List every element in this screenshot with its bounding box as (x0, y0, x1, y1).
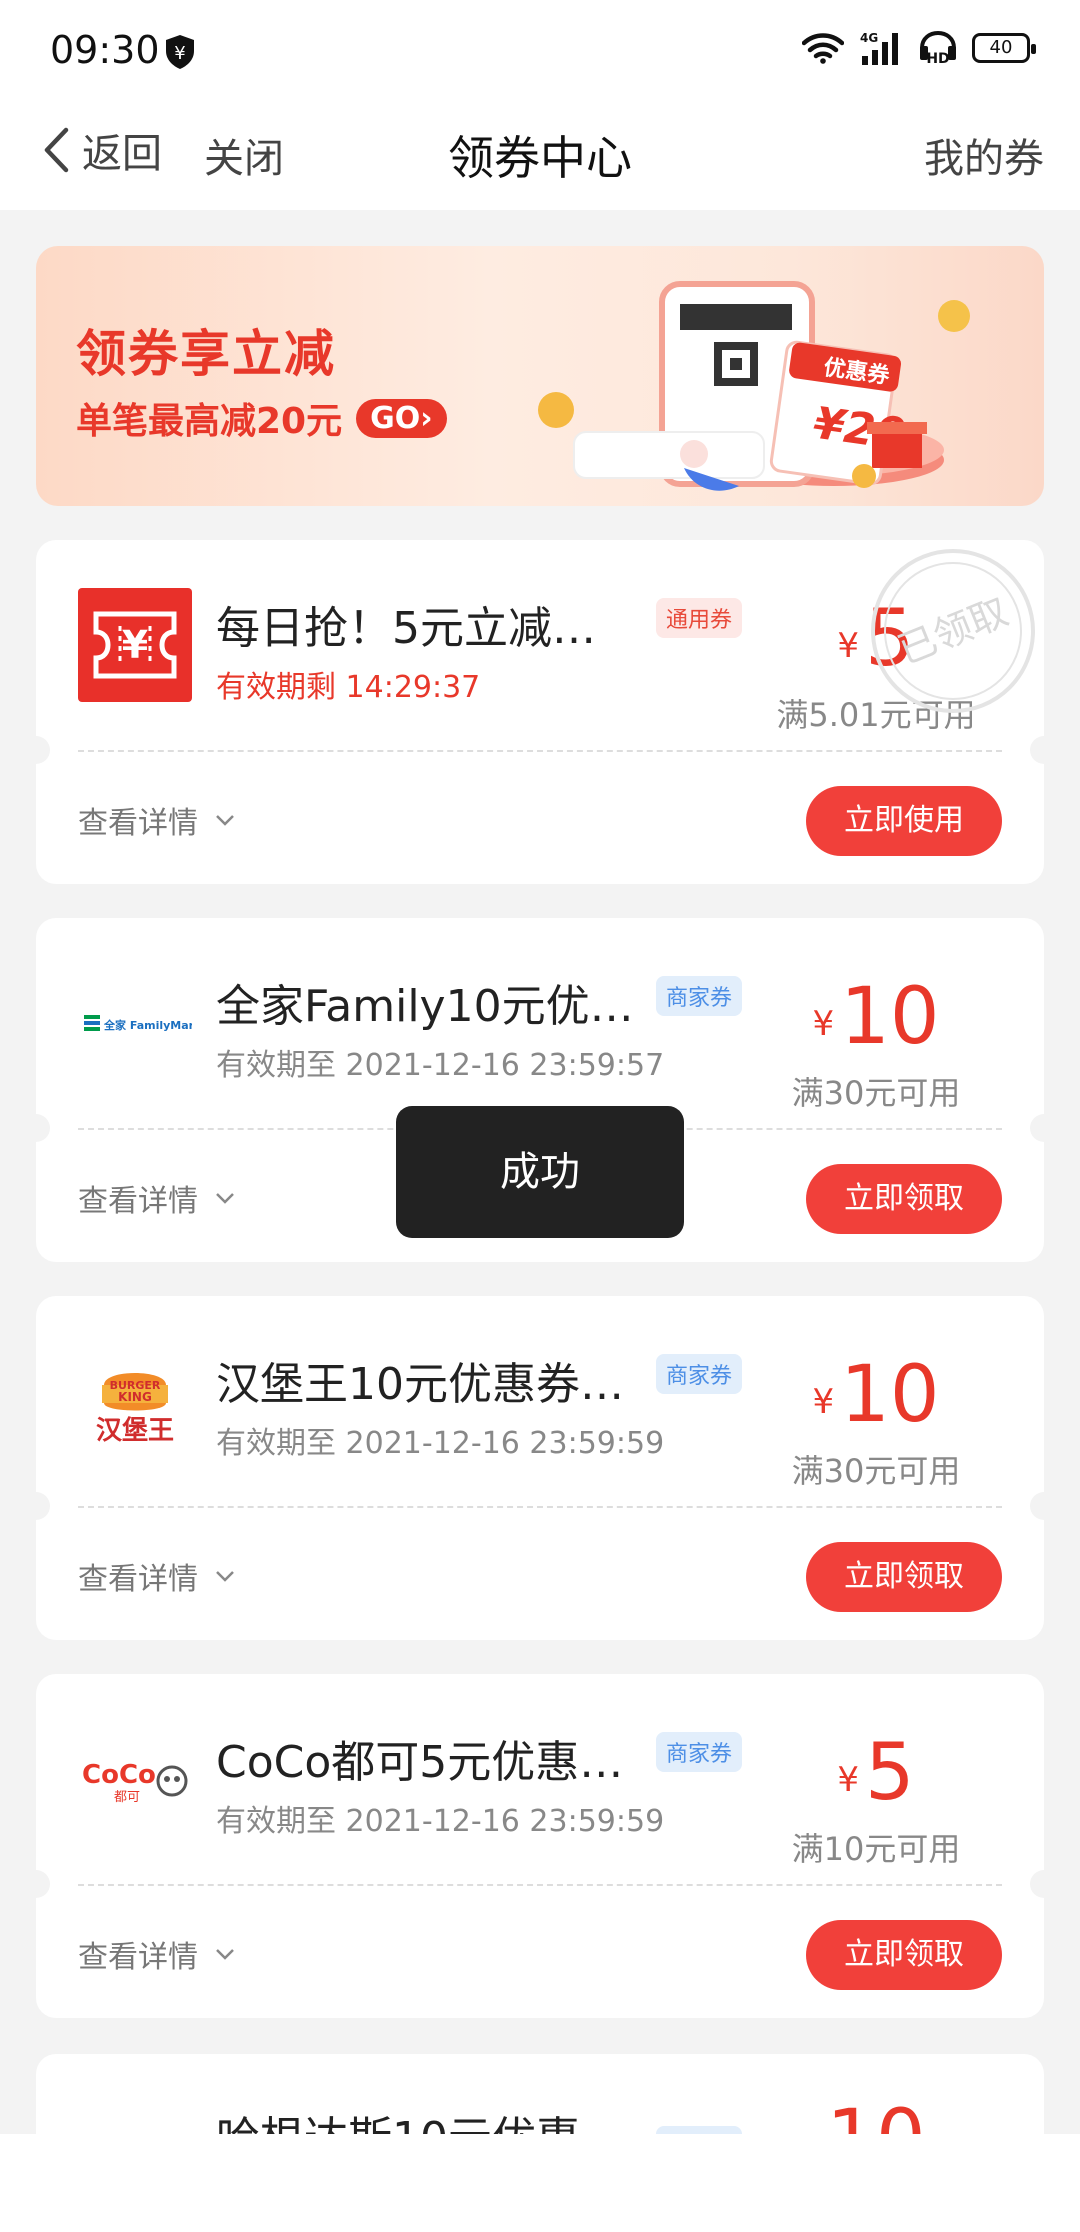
coupon-card: CoCo 都可 CoCo都可5元优惠… 商家券 有效期至 2021-12-16 … (36, 1674, 1044, 2018)
banner-subtitle-text: 单笔最高减20元 (76, 401, 343, 442)
card-divider (78, 1884, 1002, 1886)
card-notch-left (36, 736, 50, 764)
coupon-threshold: 满10元可用 (791, 1830, 961, 1868)
promo-banner[interactable]: 领券享立减 单笔最高减20元 GO› 优惠券 ¥20 (36, 246, 1044, 506)
card-notch-left (36, 1492, 50, 1520)
card-divider (78, 1506, 1002, 1508)
status-bar: 09:30 ¥ 4G HD 40 (0, 0, 1080, 100)
battery-icon: 40 (972, 33, 1036, 63)
card-divider (78, 750, 1002, 752)
nav-bar: 返回 关闭 领券中心 我的券 (0, 100, 1080, 210)
coupon-amount: ¥10 (756, 972, 996, 1062)
card-notch-right (1030, 1492, 1044, 1520)
coupon-tag: 商家券 (656, 976, 743, 1016)
my-coupons-button[interactable]: 我的券 (924, 126, 1044, 184)
coupon-expiry: 有效期至 2021-12-16 23:59:59 (216, 1804, 665, 1839)
view-details-button[interactable]: 查看详情 (78, 1554, 236, 1598)
currency-symbol: ¥ (812, 1382, 835, 1422)
shield-yen-icon: ¥ (166, 35, 194, 69)
banner-title: 领券享立减 (76, 325, 336, 383)
coupon-amount-value: 5 (865, 1728, 915, 1818)
coupon-threshold: 满30元可用 (791, 1452, 961, 1490)
claim-now-button[interactable]: 立即领取 (806, 1920, 1002, 1990)
coupon-tag: 商家券 (656, 1354, 743, 1394)
view-details-button[interactable]: 查看详情 (78, 1932, 236, 1976)
familymart-logo: 全家 FamilyMart (84, 1015, 192, 1032)
coupon-expiry: 有效期至 2021-12-16 23:59:57 (216, 1048, 665, 1083)
burgerking-logo: BURGER KING 汉堡王 (96, 1373, 174, 1446)
coupon-tag: 商家券 (656, 1732, 743, 1772)
coupon-expiry: 有效期至 2021-12-16 23:59:59 (216, 1426, 665, 1461)
success-toast: 成功 (396, 1106, 684, 1238)
coupon-logo-familymart: 全家 FamilyMart (78, 966, 192, 1080)
svg-text:¥: ¥ (122, 623, 148, 667)
currency-symbol: ¥ (812, 1004, 835, 1044)
claim-now-button[interactable]: 立即领取 (806, 1542, 1002, 1612)
burgerking-logo-cn: 汉堡王 (96, 1415, 174, 1446)
ticket-yen-icon: ¥ (78, 588, 192, 702)
coco-logo: CoCo 都可 (82, 1760, 188, 1805)
view-details-label: 查看详情 (78, 806, 198, 841)
coupon-card: BURGER KING 汉堡王 汉堡王10元优惠券… 商家券 有效期至 2021… (36, 1296, 1044, 1640)
status-indicators: 4G HD 40 (802, 30, 1036, 66)
currency-symbol: ¥ (837, 626, 859, 666)
coupon-expiry: 有效期剩 14:29:37 (216, 670, 481, 705)
view-details-label: 查看详情 (78, 1184, 198, 1219)
coupon-title: 全家Family10元优… (216, 981, 634, 1032)
claimed-stamp: 已领取 (871, 549, 1035, 713)
wifi-icon (802, 33, 844, 64)
card-notch-left (36, 1114, 50, 1142)
burgerking-logo-mid: KING (118, 1390, 152, 1404)
network-type-label: 4G (860, 31, 878, 45)
svg-text:¥: ¥ (174, 43, 185, 64)
chevron-down-icon (216, 1571, 234, 1582)
svg-text:HD: HD (926, 51, 949, 66)
coco-logo-cn: 都可 (114, 1790, 140, 1805)
signal-4g-icon: 4G (860, 31, 898, 65)
card-notch-right (1030, 1870, 1044, 1898)
coupon-logo-ticket: ¥ (78, 588, 192, 702)
coupon-title: 每日抢！5元立减… (216, 603, 596, 654)
banner-subtitle: 单笔最高减20元 GO› (76, 392, 447, 444)
card-notch-right (1030, 736, 1044, 764)
chevron-down-icon (216, 1949, 234, 1960)
coupon-amount-value: 10 (840, 1350, 940, 1440)
hd-voice-icon: HD (920, 30, 956, 66)
coupon-title: 汉堡王10元优惠券… (216, 1359, 624, 1410)
coupon-logo-burgerking: BURGER KING 汉堡王 (78, 1344, 192, 1458)
claim-now-button[interactable]: 立即领取 (806, 1164, 1002, 1234)
view-details-label: 查看详情 (78, 1562, 198, 1597)
chevron-down-icon (216, 815, 234, 826)
bottom-safe-area (0, 2134, 1080, 2232)
coupon-amount: ¥10 (756, 1350, 996, 1440)
view-details-label: 查看详情 (78, 1940, 198, 1975)
use-now-button[interactable]: 立即使用 (806, 786, 1002, 856)
currency-symbol: ¥ (837, 1760, 859, 1800)
coupon-threshold: 满30元可用 (791, 1074, 961, 1112)
coco-logo-text: CoCo (82, 1760, 156, 1790)
card-notch-right (1030, 1114, 1044, 1142)
view-details-button[interactable]: 查看详情 (78, 798, 236, 842)
claimed-stamp-text: 已领取 (892, 589, 1014, 673)
banner-go-button[interactable]: GO› (356, 398, 447, 438)
page-title: 领券中心 (448, 131, 632, 185)
coupon-title: CoCo都可5元优惠… (216, 1737, 624, 1788)
coupon-tag: 通用券 (656, 598, 743, 638)
status-time: 09:30 (50, 28, 160, 72)
banner-illustration: 优惠券 ¥20 (538, 281, 970, 491)
familymart-logo-text: 全家 FamilyMart (103, 1018, 192, 1032)
view-details-button[interactable]: 查看详情 (78, 1176, 236, 1220)
coupon-amount-value: 10 (840, 972, 940, 1062)
coupon-card: ¥ 每日抢！5元立减… 通用券 有效期剩 14:29:37 ¥5 满5.01元可… (36, 540, 1044, 884)
card-notch-left (36, 1870, 50, 1898)
coupon-amount: ¥5 (756, 1728, 996, 1818)
coupon-logo-coco: CoCo 都可 (78, 1722, 192, 1836)
chevron-down-icon (216, 1193, 234, 1204)
